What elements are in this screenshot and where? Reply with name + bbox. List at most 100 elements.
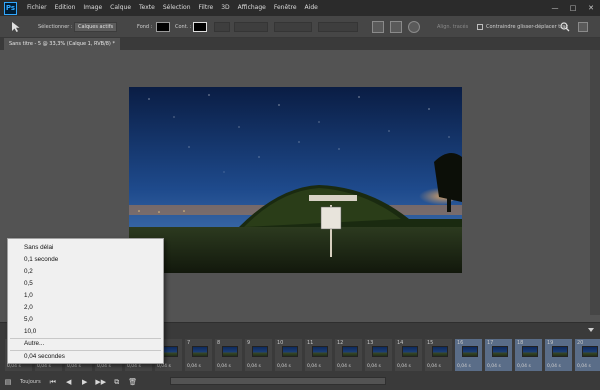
stroke-type-field[interactable]: [234, 22, 268, 32]
frame-12[interactable]: 12 0,04 s: [334, 338, 363, 372]
frame-17[interactable]: 17 0,04 s: [484, 338, 513, 372]
menu-filtre[interactable]: Filtre: [195, 0, 218, 16]
frame-thumbnail: [492, 346, 508, 357]
stroke-swatch[interactable]: [193, 22, 207, 32]
path-operations-icon[interactable]: [372, 21, 384, 33]
frame-delay[interactable]: 0,04 s: [337, 364, 351, 369]
menu-calque[interactable]: Calque: [106, 0, 135, 16]
frame-thumbnail: [522, 346, 538, 357]
frame-7[interactable]: 7 0,04 s: [184, 338, 213, 372]
menu-fichier[interactable]: Fichier: [23, 0, 51, 16]
menu-texte[interactable]: Texte: [135, 0, 159, 16]
delay-option-other[interactable]: Autre...: [24, 340, 44, 347]
frame-delay[interactable]: 0,04 s: [7, 364, 21, 369]
frame-number: 9: [247, 340, 251, 346]
frame-15[interactable]: 15 0,04 s: [424, 338, 453, 372]
frame-delay[interactable]: 0,04 s: [37, 364, 51, 369]
timeline-scrollbar[interactable]: [170, 377, 386, 385]
frame-delay[interactable]: 0,04 s: [487, 364, 501, 369]
search-icon[interactable]: [560, 16, 570, 38]
frame-delay[interactable]: 0,04 s: [127, 364, 141, 369]
path-arrangement-icon[interactable]: [408, 21, 420, 33]
height-field[interactable]: [318, 22, 358, 32]
menu-edition[interactable]: Edition: [51, 0, 80, 16]
frame-number: 8: [217, 340, 221, 346]
frame-18[interactable]: 18 0,04 s: [514, 338, 543, 372]
frame-thumbnail: [462, 346, 478, 357]
menu-fenetre[interactable]: Fenêtre: [270, 0, 301, 16]
workspace-icon[interactable]: [578, 22, 588, 32]
frame-delay[interactable]: 0,04 s: [457, 364, 471, 369]
frame-14[interactable]: 14 0,04 s: [394, 338, 423, 372]
menu-aide[interactable]: Aide: [301, 0, 322, 16]
delay-option-2-0[interactable]: 2,0: [24, 304, 33, 311]
previous-frame-button[interactable]: ◀: [63, 376, 75, 388]
frame-thumbnail: [222, 346, 238, 357]
frame-delay[interactable]: 0,04 s: [397, 364, 411, 369]
auto-select-label: Sélectionner :: [38, 24, 73, 30]
next-frame-button[interactable]: ▶▶: [95, 376, 107, 388]
menu-selection[interactable]: Sélection: [159, 0, 195, 16]
frame-delay[interactable]: 0,04 s: [517, 364, 531, 369]
frame-11[interactable]: 11 0,04 s: [304, 338, 333, 372]
frame-delay[interactable]: 0,04 s: [157, 364, 171, 369]
frame-delay[interactable]: 0,04 s: [367, 364, 381, 369]
frame-number: 7: [187, 340, 191, 346]
delay-option-0-2[interactable]: 0,2: [24, 268, 33, 275]
frame-delay[interactable]: 0,04 s: [577, 364, 591, 369]
frame-20[interactable]: 20 0,04 s: [574, 338, 600, 372]
delay-option-10-0[interactable]: 10,0: [24, 328, 36, 335]
frame-delay[interactable]: 0,04 s: [217, 364, 231, 369]
delay-option-5-0[interactable]: 5,0: [24, 316, 33, 323]
frame-delay[interactable]: 0,04 s: [97, 364, 111, 369]
frame-delay[interactable]: 0,04 s: [67, 364, 81, 369]
duplicate-frame-button[interactable]: ⧉: [111, 376, 123, 388]
close-button[interactable]: ✕: [582, 0, 600, 16]
maximize-button[interactable]: □: [564, 0, 582, 16]
document-tab[interactable]: Sans titre - 5 @ 33,3% (Calque 1, RVB/8)…: [4, 38, 120, 50]
frame-delay[interactable]: 0,04 s: [427, 364, 441, 369]
frame-thumbnail: [432, 346, 448, 357]
vertical-scrollbar[interactable]: [590, 50, 600, 315]
stroke-width-field[interactable]: [214, 22, 230, 32]
path-alignment-icon[interactable]: [390, 21, 402, 33]
frame-8[interactable]: 8 0,04 s: [214, 338, 243, 372]
auto-select-dropdown[interactable]: Calques actifs: [74, 22, 118, 32]
delay-option-1-0[interactable]: 1,0: [24, 292, 33, 299]
frame-13[interactable]: 13 0,04 s: [364, 338, 393, 372]
stroke-label: Cont. :: [175, 24, 192, 30]
frame-10[interactable]: 10 0,04 s: [274, 338, 303, 372]
menu-image[interactable]: Image: [79, 0, 106, 16]
frame-thumbnail: [582, 346, 598, 357]
constrain-checkbox[interactable]: [477, 24, 483, 30]
frame-delay[interactable]: 0,04 s: [277, 364, 291, 369]
fill-label: Fond :: [137, 24, 153, 30]
delay-option-0-1[interactable]: 0,1 seconde: [24, 256, 58, 263]
delay-option-current[interactable]: 0,04 secondes: [24, 353, 65, 360]
frame-19[interactable]: 19 0,04 s: [544, 338, 573, 372]
frame-9[interactable]: 9 0,04 s: [244, 338, 273, 372]
frame-delay[interactable]: 0,04 s: [307, 364, 321, 369]
delay-option-0-5[interactable]: 0,5: [24, 280, 33, 287]
menu-3d[interactable]: 3D: [217, 0, 233, 16]
first-frame-button[interactable]: ⏮: [47, 376, 59, 388]
canvas-image: [129, 87, 462, 273]
delay-option-none[interactable]: Sans délai: [24, 244, 53, 251]
move-tool-icon[interactable]: [10, 16, 22, 38]
width-field[interactable]: [274, 22, 312, 32]
options-bar: Sélectionner : Calques actifs Fond : Con…: [0, 16, 600, 38]
menu-affichage[interactable]: Affichage: [234, 0, 270, 16]
play-button[interactable]: ▶: [79, 376, 91, 388]
convert-to-video-timeline-icon[interactable]: ▤: [2, 376, 14, 388]
frame-delay[interactable]: 0,04 s: [247, 364, 261, 369]
fill-swatch[interactable]: [156, 22, 170, 32]
frame-16[interactable]: 16 0,04 s: [454, 338, 483, 372]
photoshop-logo: Ps: [4, 1, 17, 15]
frame-delay[interactable]: 0,04 s: [187, 364, 201, 369]
frame-thumbnail: [282, 346, 298, 357]
delete-frame-button[interactable]: 🗑: [127, 376, 139, 388]
minimize-button[interactable]: —: [546, 0, 564, 16]
frame-delay[interactable]: 0,04 s: [547, 364, 561, 369]
loop-dropdown[interactable]: Toujours: [20, 379, 41, 385]
timeline-menu-icon[interactable]: [586, 325, 596, 335]
